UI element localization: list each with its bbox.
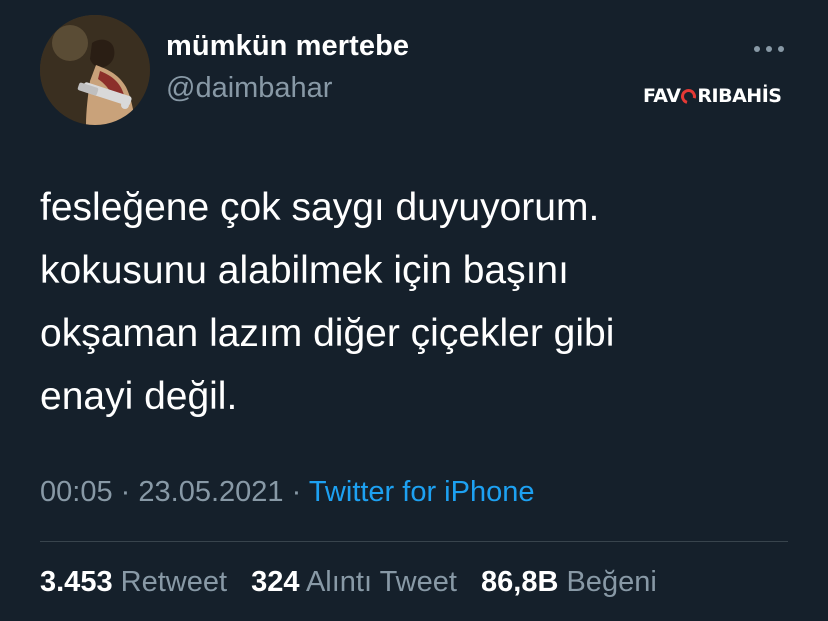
- more-dot: [778, 46, 784, 52]
- avatar-image: [40, 15, 150, 125]
- tweet-line: kokusunu alabilmek için başını: [40, 249, 569, 292]
- more-dot: [754, 46, 760, 52]
- like-count[interactable]: 86,8B Beğeni: [481, 566, 657, 598]
- tweet-text: fesleğene çok saygı duyuyorum. kokusunu …: [40, 176, 800, 428]
- meta-separator: ·: [120, 476, 131, 508]
- tweet-line: okşaman lazım diğer çiçekler gibi: [40, 312, 615, 355]
- tweet-stats: 3.453 Retweet 324 Alıntı Tweet 86,8B Beğ…: [40, 566, 673, 599]
- sponsor-logo-part1: FAV: [643, 85, 681, 107]
- quote-tweet-count[interactable]: 324 Alıntı Tweet: [251, 566, 457, 598]
- more-dot: [766, 46, 772, 52]
- retweet-number: 3.453: [40, 566, 113, 598]
- quote-label: Alıntı Tweet: [305, 566, 457, 598]
- tweet-line: enayi değil.: [40, 375, 238, 418]
- sponsor-logo: FAV RIBAHİS: [643, 84, 783, 108]
- tweet-date[interactable]: 23.05.2021: [138, 476, 283, 508]
- like-number: 86,8B: [481, 566, 559, 598]
- sponsor-o-icon: [678, 85, 700, 107]
- like-label: Beğeni: [566, 566, 657, 598]
- sponsor-logo-part2: RIBAHİS: [697, 85, 782, 107]
- avatar[interactable]: [40, 15, 150, 125]
- divider: [40, 541, 788, 542]
- tweet-line: fesleğene çok saygı duyuyorum.: [40, 186, 600, 229]
- meta-separator: ·: [291, 476, 302, 508]
- tweet-meta: 00:05 · 23.05.2021 · Twitter for iPhone: [40, 476, 534, 509]
- more-horizontal-icon[interactable]: [752, 38, 786, 60]
- tweet-source-link[interactable]: Twitter for iPhone: [309, 476, 535, 508]
- tweet-detail: mümkün mertebe @daimbahar FAV RIBAHİS fes…: [0, 0, 828, 621]
- quote-number: 324: [251, 566, 300, 598]
- user-handle[interactable]: @daimbahar: [166, 72, 332, 105]
- tweet-time[interactable]: 00:05: [40, 476, 113, 508]
- display-name[interactable]: mümkün mertebe: [166, 30, 409, 63]
- retweet-label: Retweet: [120, 566, 228, 598]
- retweet-count[interactable]: 3.453 Retweet: [40, 566, 227, 598]
